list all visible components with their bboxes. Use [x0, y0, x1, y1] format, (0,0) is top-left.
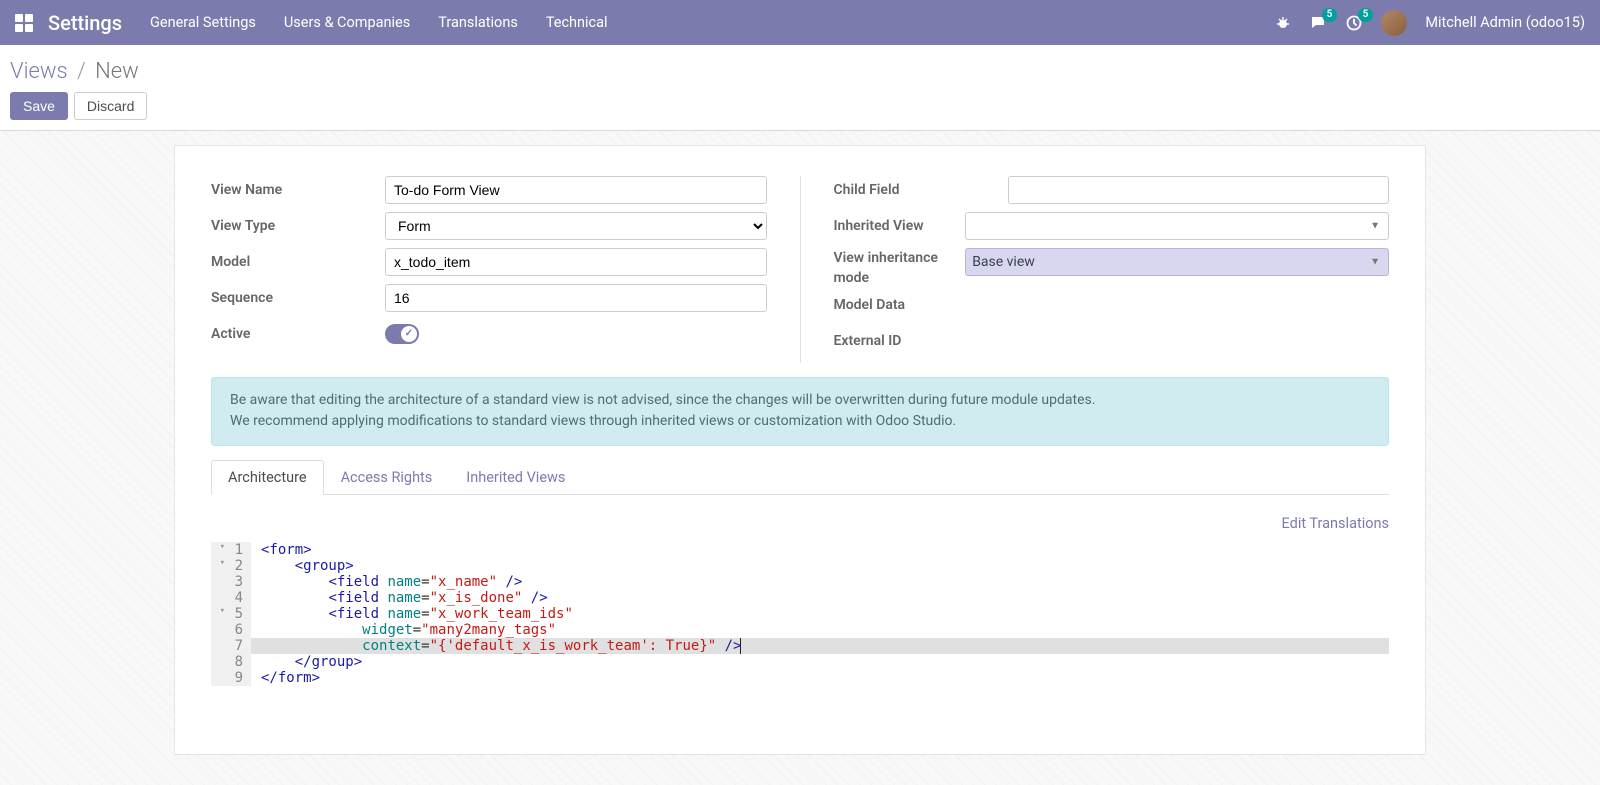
- nav-menu: General Settings Users & Companies Trans…: [150, 14, 608, 31]
- code-line[interactable]: <group>: [251, 558, 1389, 574]
- navbar: Settings General Settings Users & Compan…: [0, 0, 1600, 45]
- code-line[interactable]: <form>: [251, 542, 1389, 558]
- code-gutter[interactable]: 4: [211, 590, 251, 606]
- code-line[interactable]: </group>: [251, 654, 1389, 670]
- warning-line-1: Be aware that editing the architecture o…: [230, 390, 1370, 412]
- label-inherit-mode: View inheritance mode: [834, 248, 966, 289]
- input-sequence[interactable]: [385, 284, 767, 312]
- code-gutter[interactable]: 7: [211, 638, 251, 654]
- code-line[interactable]: context="{'default_x_is_work_team': True…: [251, 638, 1389, 654]
- label-external-id: External ID: [834, 333, 1008, 349]
- activity-icon[interactable]: 5: [1345, 14, 1363, 32]
- activity-badge: 5: [1358, 8, 1374, 22]
- tab-inherited-views[interactable]: Inherited Views: [449, 460, 582, 495]
- code-line[interactable]: <field name="x_work_team_ids": [251, 606, 1389, 622]
- code-line[interactable]: <field name="x_is_done" />: [251, 590, 1389, 606]
- chevron-down-icon: ▼: [1370, 257, 1380, 268]
- code-gutter[interactable]: 8: [211, 654, 251, 670]
- code-line[interactable]: <field name="x_name" />: [251, 574, 1389, 590]
- breadcrumb-sep: /: [77, 59, 86, 84]
- code-editor[interactable]: 1<form>2 <group>3 <field name="x_name" /…: [211, 542, 1389, 686]
- warning-alert: Be aware that editing the architecture o…: [211, 377, 1389, 446]
- code-line[interactable]: widget="many2many_tags": [251, 622, 1389, 638]
- tabs: Architecture Access Rights Inherited Vie…: [211, 460, 1389, 495]
- nav-users-companies[interactable]: Users & Companies: [284, 14, 410, 31]
- chevron-down-icon: ▼: [1370, 221, 1380, 232]
- avatar[interactable]: [1381, 10, 1407, 36]
- code-gutter[interactable]: 3: [211, 574, 251, 590]
- input-view-name[interactable]: [385, 176, 767, 204]
- input-model[interactable]: [385, 248, 767, 276]
- nav-translations[interactable]: Translations: [438, 14, 518, 31]
- input-child-field[interactable]: [1008, 176, 1390, 204]
- discard-button[interactable]: Discard: [74, 92, 147, 120]
- chat-badge: 5: [1322, 8, 1338, 22]
- code-gutter[interactable]: 2: [211, 558, 251, 574]
- bug-icon[interactable]: [1275, 15, 1291, 31]
- label-inherited-view: Inherited View: [834, 218, 966, 234]
- apps-icon[interactable]: [15, 14, 33, 32]
- nav-general-settings[interactable]: General Settings: [150, 14, 256, 31]
- edit-translations-link[interactable]: Edit Translations: [211, 515, 1389, 532]
- nav-technical[interactable]: Technical: [546, 14, 608, 31]
- breadcrumb-current: New: [95, 59, 139, 84]
- code-gutter[interactable]: 9: [211, 670, 251, 686]
- select-view-type[interactable]: Form: [385, 212, 767, 240]
- control-panel: Views / New Save Discard: [0, 45, 1600, 131]
- code-gutter[interactable]: 5: [211, 606, 251, 622]
- app-brand[interactable]: Settings: [48, 11, 122, 35]
- label-view-type: View Type: [211, 218, 385, 234]
- code-gutter[interactable]: 6: [211, 622, 251, 638]
- save-button[interactable]: Save: [10, 92, 68, 120]
- label-view-name: View Name: [211, 182, 385, 198]
- label-child-field: Child Field: [834, 182, 1008, 198]
- label-model: Model: [211, 254, 385, 270]
- user-menu[interactable]: Mitchell Admin (odoo15): [1425, 14, 1585, 31]
- chat-icon[interactable]: 5: [1309, 14, 1327, 32]
- label-sequence: Sequence: [211, 290, 385, 306]
- warning-line-2: We recommend applying modifications to s…: [230, 411, 1370, 433]
- tab-access-rights[interactable]: Access Rights: [324, 460, 450, 495]
- tab-architecture[interactable]: Architecture: [211, 460, 324, 495]
- select-inherited-view[interactable]: ▼: [965, 212, 1389, 240]
- label-active: Active: [211, 326, 385, 342]
- label-model-data: Model Data: [834, 297, 1008, 313]
- select-inherit-mode[interactable]: Base view ▼: [965, 248, 1389, 276]
- toggle-active[interactable]: [385, 324, 419, 344]
- breadcrumb: Views / New: [10, 59, 1590, 84]
- breadcrumb-views[interactable]: Views: [10, 59, 68, 84]
- code-gutter[interactable]: 1: [211, 542, 251, 558]
- form-sheet: View Name View Type Form Model Sequence: [174, 145, 1426, 755]
- code-line[interactable]: </form>: [251, 670, 1389, 686]
